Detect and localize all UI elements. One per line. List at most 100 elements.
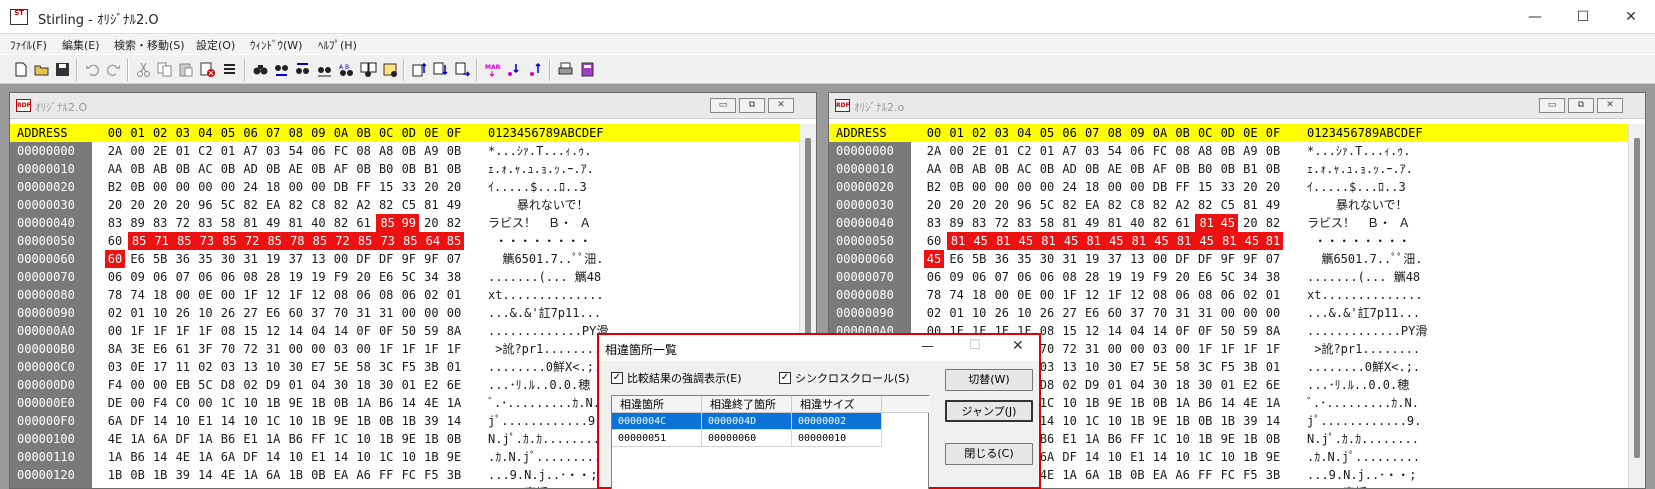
diff-byte[interactable]: 64 — [421, 232, 445, 250]
hex-row[interactable]: 00000040 83 89 83 72 83 58 81 49 81 40 82 61 85 99 20 82… — [10, 214, 816, 232]
hex-byte[interactable]: 00 — [1127, 178, 1147, 196]
hex-byte[interactable]: DF — [1173, 250, 1193, 268]
hex-byte[interactable]: FC — [1218, 466, 1238, 484]
hex-byte[interactable]: 01 — [1037, 142, 1057, 160]
hex-byte[interactable]: FF — [1127, 430, 1147, 448]
hex-byte[interactable]: 77 — [218, 484, 238, 488]
hex-row[interactable]: 00000000 2A 00 2E 01 C2 01 A7 03 54 06 FC 08 A8 0B A9 0B… — [829, 142, 1645, 160]
hex-byte[interactable]: AE — [1105, 160, 1125, 178]
hex-byte[interactable]: 30 — [218, 250, 238, 268]
mdi-minimize-button[interactable]: ▭ — [710, 98, 736, 113]
ascii-text[interactable]: 暴れないで！ — [1307, 196, 1408, 214]
hex-byte[interactable]: 31 — [241, 250, 261, 268]
maximize-button[interactable]: ☐ — [1559, 0, 1607, 34]
hex-byte[interactable]: 14 — [331, 322, 351, 340]
hex-byte[interactable]: 09 — [947, 268, 967, 286]
hex-byte[interactable]: 12 — [308, 286, 328, 304]
hex-byte[interactable]: E6 — [128, 250, 148, 268]
hex-row[interactable]: 00000020 B2 0B 00 00 00 00 24 18 00 00 DB FF 15 33 20 20… — [829, 178, 1645, 196]
hex-byte[interactable]: 18 — [263, 178, 283, 196]
hex-byte[interactable]: F4 — [263, 484, 283, 488]
ascii-text[interactable]: ...･ﾘ.ﾙ..0.0.穂 — [1307, 376, 1409, 394]
hex-byte[interactable]: 8A — [1263, 322, 1283, 340]
hex-byte[interactable]: 1F — [128, 322, 148, 340]
hex-byte[interactable]: 06 — [150, 268, 170, 286]
hex-row[interactable]: 00000070 06 09 06 07 06 06 08 28 19 19 F9 20 E6 5C 34 38… — [829, 268, 1645, 286]
hex-byte[interactable]: 02 — [241, 376, 261, 394]
binoculars-icon[interactable]: A B — [336, 59, 357, 80]
undo-icon[interactable] — [82, 59, 103, 80]
hex-row[interactable]: 00000000 2A 00 2E 01 C2 01 A7 03 54 06 FC 08 A8 0B A9 0B… — [10, 142, 816, 160]
hex-byte[interactable]: 81 — [241, 214, 261, 232]
hex-row[interactable]: 00000010 AA 0B AB 0B AC 0B AD 0B AE 0B AF 0B B0 0B B1 0B… — [10, 160, 816, 178]
hex-byte[interactable]: E6 — [947, 250, 967, 268]
hex-byte[interactable]: 81 — [1240, 196, 1260, 214]
diff-byte[interactable]: 45 — [1014, 232, 1038, 250]
hex-byte[interactable]: F9 — [1150, 268, 1170, 286]
hex-byte[interactable]: 06 — [1037, 268, 1057, 286]
hex-byte[interactable]: 9E — [1263, 448, 1283, 466]
hex-byte[interactable]: EB — [173, 376, 193, 394]
hex-byte[interactable]: 20 — [421, 214, 441, 232]
hex-byte[interactable]: 89 — [128, 214, 148, 232]
hex-byte[interactable]: 34 — [421, 268, 441, 286]
ascii-text[interactable]: ｪ.ｫ.ｬ.ｭ.ｮ.ｯ.ｰ.ｱ. — [1307, 160, 1413, 178]
hex-byte[interactable]: 00 — [195, 394, 215, 412]
hex-byte[interactable]: 20 — [105, 196, 125, 214]
hex-byte[interactable]: 40 — [308, 214, 328, 232]
hex-byte[interactable]: 00 — [150, 178, 170, 196]
hex-byte[interactable]: EA — [1150, 466, 1170, 484]
hex-byte[interactable]: 58 — [1173, 358, 1193, 376]
hex-byte[interactable]: 1B — [399, 412, 419, 430]
hex-byte[interactable]: 00 — [1127, 484, 1147, 488]
hex-byte[interactable]: 03 — [1082, 142, 1102, 160]
hex-byte[interactable]: 0B — [444, 160, 464, 178]
ascii-text[interactable]: ...9.N.j..･・・; — [1307, 466, 1416, 484]
ascii-text[interactable]: ・・・・・・・・ — [1307, 232, 1410, 250]
hex-byte[interactable]: 12 — [263, 322, 283, 340]
hex-byte[interactable]: C5 — [1218, 196, 1238, 214]
hex-byte[interactable]: 06 — [105, 268, 125, 286]
hex-byte[interactable]: 07 — [173, 268, 193, 286]
hex-byte[interactable]: 9E — [399, 430, 419, 448]
hex-byte[interactable]: 1F — [1105, 286, 1125, 304]
hex-byte[interactable]: 1A — [263, 430, 283, 448]
hex-byte[interactable]: 10 — [354, 448, 374, 466]
hex-byte[interactable]: 00 — [1173, 340, 1193, 358]
hex-byte[interactable]: F4 — [150, 394, 170, 412]
hex-byte[interactable]: 20 — [128, 196, 148, 214]
hex-byte[interactable]: 30 — [1037, 250, 1057, 268]
hex-byte[interactable]: B0 — [376, 160, 396, 178]
diff-byte[interactable]: 85 — [218, 232, 241, 250]
hex-byte[interactable]: B1 — [1240, 160, 1260, 178]
hex-byte[interactable]: 06 — [218, 268, 238, 286]
hex-byte[interactable]: 0B — [308, 160, 328, 178]
hex-byte[interactable]: 14 — [150, 448, 170, 466]
hex-byte[interactable]: FC — [1150, 142, 1170, 160]
hex-byte[interactable]: 0B — [444, 142, 464, 160]
hex-byte[interactable]: 12 — [1127, 286, 1147, 304]
hex-byte[interactable]: 1A — [195, 448, 215, 466]
hex-byte[interactable]: 00 — [421, 304, 441, 322]
hex-byte[interactable]: 10 — [1082, 358, 1102, 376]
hex-byte[interactable]: 50 — [399, 322, 419, 340]
hex-row[interactable]: 00000030 20 20 20 20 96 5C 82 EA 82 C8 82 A2 82 C5 81 49… — [10, 196, 816, 214]
hex-byte[interactable]: 00 — [992, 286, 1012, 304]
hex-byte[interactable]: B6 — [1105, 430, 1125, 448]
hex-byte[interactable]: 00 — [150, 376, 170, 394]
hex-row[interactable]: 00000020 B2 0B 00 00 00 00 24 18 00 00 DB FF 15 33 20 20… — [10, 178, 816, 196]
hex-byte[interactable]: 01 — [444, 358, 464, 376]
hex-byte[interactable]: 35 — [195, 250, 215, 268]
ascii-text[interactable]: jﾟ............9. — [1307, 412, 1421, 430]
hex-byte[interactable]: 10 — [241, 394, 261, 412]
hex-byte[interactable]: 31 — [1060, 250, 1080, 268]
diff-byte[interactable]: 45 — [1150, 232, 1173, 250]
hex-byte[interactable]: 1A — [1263, 394, 1283, 412]
hex-byte[interactable]: 0B — [308, 466, 328, 484]
hex-byte[interactable]: 01 — [1263, 286, 1283, 304]
hex-byte[interactable]: 1C — [331, 430, 351, 448]
hex-byte[interactable]: 00 — [308, 340, 328, 358]
hex-byte[interactable]: 14 — [1082, 448, 1102, 466]
hex-byte[interactable]: F2 — [195, 484, 215, 488]
hex-byte[interactable]: 01 — [992, 142, 1012, 160]
